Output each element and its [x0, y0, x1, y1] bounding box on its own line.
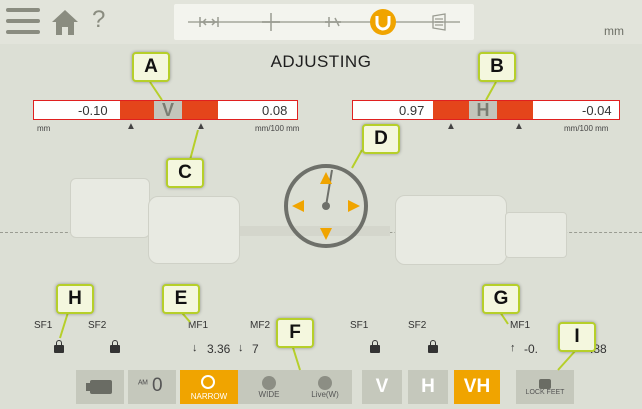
callout-e: E [162, 284, 200, 314]
callout-f: F [276, 318, 314, 348]
callout-a: A [132, 52, 170, 82]
callout-b: B [478, 52, 516, 82]
callout-h: H [56, 284, 94, 314]
callout-g: G [482, 284, 520, 314]
callout-c: C [166, 158, 204, 188]
callout-d: D [362, 124, 400, 154]
callout-pointers [59, 81, 577, 371]
callout-i: I [558, 322, 596, 352]
